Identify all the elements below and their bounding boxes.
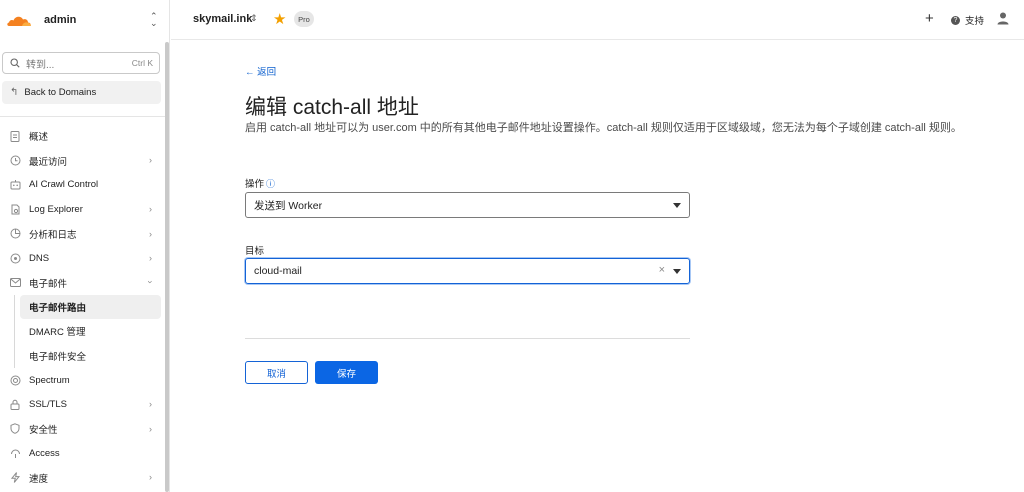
chevron-updown-icon: ⌃ ⌄ — [150, 11, 158, 28]
sidebar-item-label: 最近访问 — [29, 156, 68, 168]
add-icon[interactable]: + — [925, 10, 934, 27]
chevron-updown-icon[interactable]: ⇕ — [250, 13, 258, 24]
chevron-down-icon: › — [145, 280, 156, 284]
chevron-right-icon: › — [149, 228, 152, 239]
sidebar-item-recent[interactable]: 最近访问 › — [0, 148, 168, 172]
robot-icon — [9, 179, 21, 191]
sidebar-subitem-email-security[interactable]: 电子邮件安全 — [0, 344, 168, 368]
account-switcher[interactable]: admin ⌃ ⌄ — [0, 0, 170, 40]
sidebar-divider — [0, 116, 170, 117]
lock-icon — [9, 398, 21, 410]
cloudflare-logo-icon — [7, 16, 31, 26]
sidebar-item-label: Log Explorer — [29, 203, 83, 215]
dns-icon — [9, 252, 21, 264]
page-title: 编辑 catch-all 地址 — [245, 96, 419, 119]
sidebar-item-label: 分析和日志 — [29, 229, 77, 241]
sidebar-item-overview[interactable]: 概述 — [0, 124, 168, 148]
sidebar-item-label: 速度 — [29, 473, 49, 485]
star-icon[interactable]: ★ — [273, 10, 286, 28]
caret-down-icon — [673, 269, 681, 274]
target-select[interactable]: cloud-mail × — [245, 258, 690, 284]
sidebar-subitem-label: DMARC 管理 — [29, 327, 86, 339]
help-icon: ? — [951, 15, 960, 25]
chevron-right-icon: › — [149, 204, 152, 215]
search-input[interactable]: 转到... Ctrl K — [2, 52, 160, 74]
domain-name[interactable]: skymail.ink — [193, 13, 252, 25]
support-label: 支持 — [965, 16, 985, 27]
chevron-right-icon: › — [149, 399, 152, 410]
sidebar-item-ai-crawl-control[interactable]: AI Crawl Control — [0, 173, 168, 197]
sidebar-item-email[interactable]: 电子邮件 › — [0, 270, 168, 294]
sidebar-item-ssl-tls[interactable]: SSL/TLS › — [0, 392, 168, 416]
sidebar-item-label: AI Crawl Control — [29, 179, 99, 191]
account-name: admin — [44, 14, 77, 26]
cancel-button[interactable]: 取消 — [245, 361, 308, 384]
sidebar-subitem-label: 电子邮件路由 — [29, 302, 87, 314]
access-icon — [9, 447, 21, 459]
chart-icon — [9, 228, 21, 240]
sidebar-scrollbar[interactable] — [165, 42, 169, 492]
action-label-text: 操作 — [245, 179, 265, 190]
caret-down-icon — [673, 203, 681, 208]
chevron-right-icon: › — [149, 155, 152, 166]
sidebar-subitem-label: 电子邮件安全 — [29, 351, 87, 363]
mail-icon — [9, 277, 21, 289]
shield-icon — [9, 423, 21, 435]
search-shortcut: Ctrl K — [131, 58, 153, 68]
sidebar-item-label: 安全性 — [29, 424, 58, 436]
plan-badge: Pro — [294, 11, 314, 27]
sidebar-item-security[interactable]: 安全性 › — [0, 417, 168, 441]
sidebar: admin ⌃ ⌄ 转到... Ctrl K ↰ Back to Domains … — [0, 0, 170, 492]
support-button[interactable]: ? 支持 — [951, 13, 984, 27]
search-placeholder: 转到... — [26, 59, 55, 71]
submenu-guide-line — [14, 295, 15, 368]
log-file-icon — [9, 203, 21, 215]
sidebar-item-speed[interactable]: 速度 › — [0, 465, 168, 489]
back-to-domains-label: Back to Domains — [24, 87, 97, 98]
sidebar-item-analytics[interactable]: 分析和日志 › — [0, 222, 168, 246]
back-to-domains-button[interactable]: ↰ Back to Domains — [2, 81, 161, 104]
top-bar: skymail.ink ⇕ ★ Pro + ? 支持 — [171, 0, 1024, 40]
back-link[interactable]: ← 返回 — [245, 64, 276, 78]
target-label: 目标 — [245, 246, 265, 257]
bolt-icon — [9, 472, 21, 484]
sidebar-nav: 概述 最近访问 › AI Crawl Control Log Explorer … — [0, 124, 168, 490]
sidebar-item-dns[interactable]: DNS › — [0, 246, 168, 270]
user-icon[interactable] — [996, 11, 1010, 25]
clock-icon — [9, 155, 21, 167]
target-select-value: cloud-mail — [254, 265, 302, 277]
sidebar-item-label: Access — [29, 447, 60, 459]
sidebar-item-label: 概述 — [29, 132, 49, 144]
sidebar-item-label: SSL/TLS — [29, 398, 68, 410]
save-button[interactable]: 保存 — [315, 361, 378, 384]
clear-icon[interactable]: × — [659, 264, 665, 276]
sidebar-subitem-email-routing[interactable]: 电子邮件路由 — [20, 294, 161, 320]
chevron-right-icon: › — [149, 423, 152, 434]
sidebar-item-log-explorer[interactable]: Log Explorer › — [0, 197, 168, 221]
chevron-right-icon: › — [149, 472, 152, 483]
action-select[interactable]: 发送到 Worker — [245, 192, 690, 218]
form-divider — [245, 338, 690, 339]
sidebar-item-label: DNS — [29, 252, 50, 264]
sidebar-subitem-dmarc[interactable]: DMARC 管理 — [0, 319, 168, 343]
search-icon — [10, 58, 20, 68]
sidebar-item-label: 电子邮件 — [29, 278, 68, 290]
sidebar-item-access[interactable]: Access — [0, 441, 168, 465]
action-label: 操作 ⓘ — [245, 176, 275, 190]
info-icon[interactable]: ⓘ — [266, 179, 275, 189]
document-icon — [9, 130, 21, 142]
spectrum-icon — [9, 374, 21, 386]
chevron-right-icon: › — [149, 252, 152, 263]
page-description: 启用 catch-all 地址可以为 user.com 中的所有其他电子邮件地址… — [245, 122, 962, 134]
return-arrow-icon: ↰ — [10, 87, 19, 98]
sidebar-item-label: Spectrum — [29, 374, 70, 386]
action-select-value: 发送到 Worker — [254, 199, 323, 212]
sidebar-item-spectrum[interactable]: Spectrum — [0, 368, 168, 392]
